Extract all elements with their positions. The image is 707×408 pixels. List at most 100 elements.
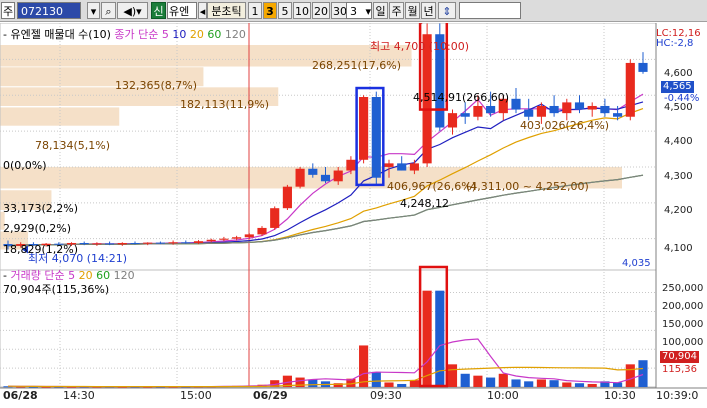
- candle-body: [181, 242, 191, 244]
- candle-body: [244, 234, 254, 238]
- volume-tick: 200,000: [662, 301, 704, 312]
- volume-bar: [473, 375, 483, 387]
- candle-body: [92, 243, 102, 245]
- candle-body: [625, 62, 635, 117]
- time-label: 14:30: [63, 389, 95, 402]
- price-tick: 4,100: [664, 243, 693, 254]
- vp-label-3: 182,113(11,9%): [180, 98, 270, 111]
- candle-body: [447, 113, 458, 128]
- sound-button[interactable]: ◀)▾: [117, 2, 148, 19]
- chevron-down-icon: ▾: [365, 5, 371, 18]
- range-button[interactable]: 년: [421, 2, 436, 19]
- stock-code-input[interactable]: 072130: [17, 2, 81, 19]
- period-button-3[interactable]: 3: [263, 2, 277, 19]
- candle-body: [143, 242, 153, 244]
- volume-bar: [371, 371, 381, 387]
- candle-body: [486, 105, 496, 114]
- volume-ma5-line: [7, 338, 644, 388]
- volume-bar: [409, 380, 419, 387]
- candle-body: [155, 242, 165, 244]
- range-annotation: (4,311,00 ~ 4,252,00): [466, 180, 589, 193]
- volume-value-tag: 70,904: [660, 351, 699, 363]
- legend-ma10: 10: [172, 28, 187, 41]
- sort-toggle-button[interactable]: ⇕: [438, 2, 456, 19]
- candle-body: [206, 239, 216, 242]
- price-tick: 4,600: [664, 68, 693, 79]
- period-button-1[interactable]: 1: [248, 2, 262, 19]
- range-button[interactable]: 주: [389, 2, 404, 19]
- time-label: 09:30: [370, 389, 402, 402]
- period-button-5[interactable]: 5: [278, 2, 292, 19]
- volume-tick: 150,000: [662, 319, 704, 330]
- candle-body: [320, 174, 331, 182]
- vp-label-2: 132,365(8,7%): [115, 79, 198, 92]
- low-right-tag: 4,035: [622, 258, 651, 269]
- candle-body: [168, 242, 178, 244]
- volume-bar: [524, 381, 534, 387]
- vp-label-1: 268,251(17,6%): [312, 59, 402, 72]
- volume-bar: [536, 379, 546, 387]
- volume-bar: [460, 373, 470, 387]
- candle-body: [524, 109, 534, 117]
- volume-tick: 250,000: [662, 283, 704, 294]
- candle-body: [105, 243, 115, 245]
- code-dropdown-button[interactable]: ▾: [87, 2, 100, 19]
- candle-body: [371, 97, 381, 178]
- candle-body: [549, 105, 559, 114]
- candle-body: [295, 168, 305, 187]
- candle-body: [232, 237, 242, 239]
- volume-ma5: 5: [68, 269, 76, 282]
- legend-ma120: 120: [224, 28, 246, 41]
- prev-arrow-button[interactable]: ◂: [198, 2, 207, 19]
- box-low-annotation: 4,248,12: [400, 197, 449, 210]
- vp-label-8: 2,929(0,2%): [3, 222, 72, 235]
- candle-body: [587, 105, 597, 110]
- candle-body: [282, 186, 292, 209]
- time-label: 06/28: [3, 389, 38, 402]
- empty-field[interactable]: [459, 2, 521, 19]
- candle-body: [397, 163, 407, 171]
- search-button[interactable]: ⌕: [101, 2, 116, 19]
- price-tick: 4,300: [664, 171, 693, 182]
- legend-ma60: 60: [207, 28, 222, 41]
- price-tick: 4,400: [664, 136, 693, 147]
- volume-ma60: 60: [96, 269, 111, 282]
- candle-body: [613, 113, 623, 117]
- volume-legend: - 거래량 단순 5 20 60 120: [3, 269, 135, 283]
- time-label: 06/29: [253, 389, 288, 402]
- volume-bar: [562, 382, 572, 387]
- candle-body: [359, 97, 369, 160]
- volume-current: 70,904주(115,36%): [3, 283, 110, 296]
- volume-bar: [625, 364, 635, 387]
- time-label: 15:00: [180, 389, 212, 402]
- candle-body: [130, 242, 140, 244]
- range-button[interactable]: 월: [405, 2, 420, 19]
- volume-ma120: 120: [113, 269, 135, 282]
- candle-body: [79, 242, 89, 245]
- change-pct-tag: -0.44%: [664, 93, 700, 104]
- time-label: 10:30: [604, 389, 636, 402]
- candle-body: [638, 62, 648, 72]
- legend-ma20: 20: [189, 28, 204, 41]
- candle-body: [346, 159, 356, 171]
- volume-bar: [511, 379, 521, 387]
- period-button-10[interactable]: 10: [293, 2, 311, 19]
- volume-bar: [308, 379, 318, 387]
- candle-body: [536, 105, 546, 117]
- candle-body: [600, 105, 610, 114]
- price-legend: - 유엔젤 매물대 수(10) 종가 단순 5 10 20 60 120: [3, 28, 246, 42]
- candle-body: [257, 227, 267, 235]
- legend-ma5: 5: [161, 28, 169, 41]
- range-button[interactable]: 일: [373, 2, 388, 19]
- volume-ma20: 20: [78, 269, 93, 282]
- chevron-down-icon: ▾: [90, 5, 97, 18]
- volume-title: 거래량: [10, 269, 41, 282]
- price-chart[interactable]: [0, 23, 707, 408]
- mode-select[interactable]: 주: [1, 2, 15, 19]
- price-tick: 4,200: [664, 205, 693, 216]
- count-select[interactable]: 3 ▾: [346, 2, 372, 19]
- period-button-20[interactable]: 20: [312, 2, 330, 19]
- arrow-left-icon: ◂: [199, 5, 206, 18]
- candle-body: [384, 163, 394, 167]
- bunchotik-button[interactable]: 분초틱: [207, 2, 246, 19]
